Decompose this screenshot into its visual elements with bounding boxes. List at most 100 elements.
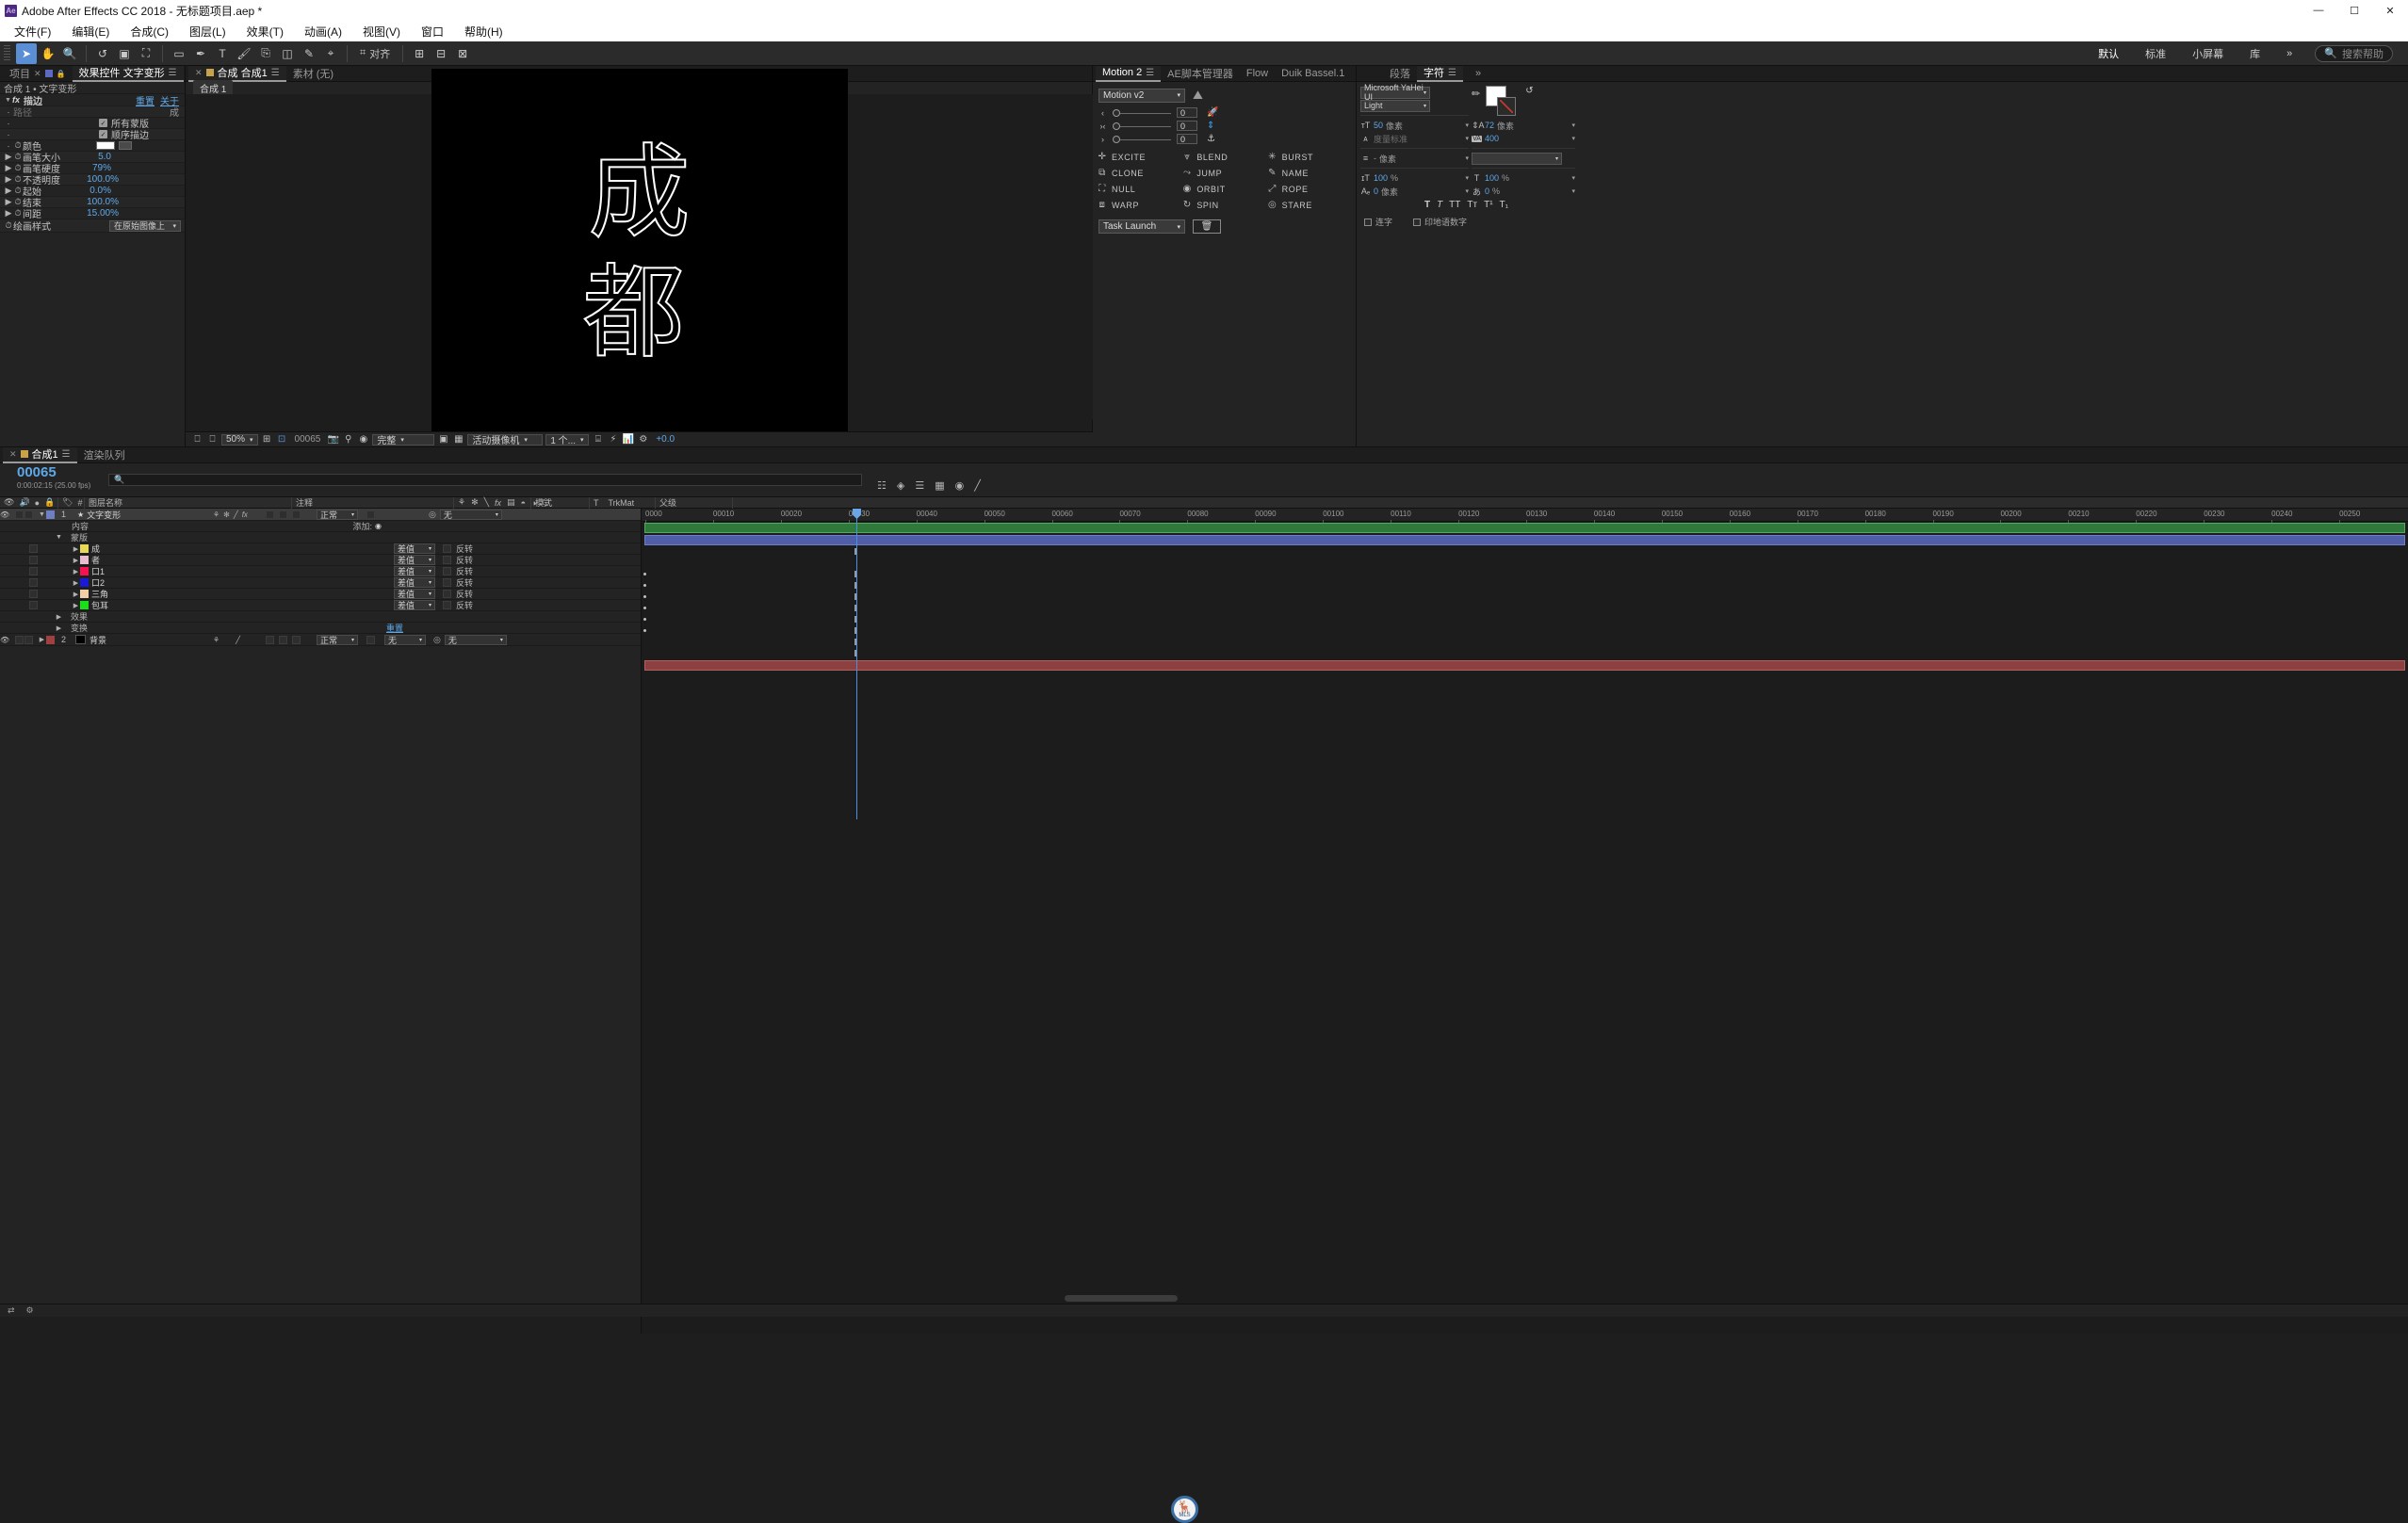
table-row[interactable]: 👁 ▼ 1 ★ 文字变形 ⚘ ✻ ╱ fx 正常 ▾ ◎ 无 ▾	[0, 509, 641, 521]
layer1-audio-toggle[interactable]	[15, 510, 24, 519]
composition-mini-flowchart-icon[interactable]: ☷	[877, 479, 887, 492]
layer1-parent-pick-icon[interactable]: ◎	[429, 510, 436, 520]
anchor-icon[interactable]: ⚓	[1207, 134, 1215, 144]
stopwatch-icon-start[interactable]: ⏱	[13, 186, 23, 196]
effect-reset-button[interactable]: 重置	[136, 93, 155, 107]
layer2-solo-toggle[interactable]	[24, 635, 33, 644]
show-snapshot-icon[interactable]: ⚲	[342, 433, 354, 446]
layer2-name[interactable]: 背景	[89, 634, 106, 646]
motion-button-blend[interactable]: ⩔ BLEND	[1181, 150, 1266, 164]
text-color-controls[interactable]	[1486, 86, 1520, 116]
chevron-down-icon-size[interactable]: ▾	[1465, 122, 1469, 129]
time-graph[interactable]: 0000000100002000030000400005000060000700…	[642, 509, 2408, 1334]
mask4-twirl-icon[interactable]: ▶	[72, 579, 80, 587]
transparency-grid-icon[interactable]: ▦	[452, 433, 464, 446]
mask2-invert-checkbox[interactable]	[443, 556, 451, 564]
pan-behind-tool-icon[interactable]: ⛶	[136, 43, 156, 64]
font-family-select[interactable]: Microsoft YaHei UI ▾	[1360, 83, 1430, 102]
motion-blur-icon[interactable]: ◉	[955, 479, 965, 492]
type-tool-icon[interactable]: T	[212, 43, 233, 64]
layer2-sw-b[interactable]	[279, 635, 287, 644]
toolbar-grip[interactable]	[4, 44, 10, 62]
chevron-down-icon-hscale[interactable]: ▾	[1571, 174, 1575, 182]
menu-composition[interactable]: 合成(C)	[120, 22, 179, 41]
all-masks-checkbox[interactable]: ✓	[99, 119, 107, 127]
layer2-label-color[interactable]	[46, 635, 55, 644]
chevron-down-icon-stroke[interactable]: ▾	[1465, 154, 1469, 162]
eraser-tool-icon[interactable]: ◫	[277, 43, 298, 64]
tracking-value[interactable]: 400	[1485, 134, 1499, 143]
effects-twirl-icon[interactable]: ▶	[55, 613, 63, 621]
effect-prop-path[interactable]: · 路径 成	[0, 106, 185, 119]
settings-icon[interactable]: ⚙	[26, 1305, 34, 1316]
mask6-invert-checkbox[interactable]	[443, 601, 451, 609]
chevron-down-icon-baseline[interactable]: ▾	[1465, 187, 1469, 195]
motion-button-name[interactable]: ✎ NAME	[1267, 166, 1352, 180]
ligature-checkbox-row[interactable]: 连字	[1364, 216, 1392, 228]
comment-header[interactable]: 注释	[296, 496, 313, 509]
playhead[interactable]	[853, 509, 861, 819]
prop-value-brush-size[interactable]: 5.0	[98, 152, 111, 162]
layer1-parent-select[interactable]: 无 ▾	[439, 509, 502, 520]
motion-value-2[interactable]: 0	[1177, 121, 1197, 131]
small-caps-button[interactable]: Tᴛ	[1467, 200, 1477, 210]
maximize-button[interactable]: ☐	[2336, 0, 2372, 21]
mask1-twirl-icon[interactable]: ▶	[72, 545, 80, 553]
hindi-digits-checkbox[interactable]	[1413, 218, 1422, 226]
motion-slider-1[interactable]	[1113, 108, 1171, 118]
minimize-button[interactable]: —	[2301, 0, 2336, 21]
chevron-down-icon-vscale[interactable]: ▾	[1465, 174, 1469, 182]
menu-file[interactable]: 文件(F)	[4, 22, 61, 41]
zoom-tool-icon[interactable]: 🔍	[59, 43, 80, 64]
hand-tool-icon[interactable]: ✋	[38, 43, 58, 64]
panel-menu-icon-char[interactable]: ☰	[1448, 68, 1456, 78]
tab-paragraph[interactable]: 段落	[1383, 66, 1417, 82]
shape-tool-icon[interactable]: ▭	[169, 43, 189, 64]
slider-knob-1[interactable]	[1113, 108, 1120, 117]
transform-twirl-icon[interactable]: ▶	[55, 624, 63, 632]
tab-motion2[interactable]: Motion 2 ☰	[1096, 65, 1162, 82]
character-overflow[interactable]: »	[1469, 66, 1488, 82]
mask5-invert-checkbox[interactable]	[443, 590, 451, 598]
close-button[interactable]: ✕	[2372, 0, 2408, 21]
mask6-lock[interactable]	[29, 601, 38, 609]
mask4-lock[interactable]	[29, 578, 38, 587]
mask5-twirl-icon[interactable]: ▶	[72, 591, 80, 598]
twirl-down-icon[interactable]: ▼	[4, 97, 12, 104]
font-style-select[interactable]: Light ▾	[1360, 99, 1430, 112]
mask5-color[interactable]	[80, 590, 89, 598]
frame-blending-icon[interactable]: ▦	[935, 479, 944, 492]
hscale-value[interactable]: 100	[1485, 173, 1499, 183]
resolution-select[interactable]: 完整 ▾	[372, 433, 435, 446]
superscript-button[interactable]: T¹	[1484, 200, 1492, 210]
chevron-down-icon-leading[interactable]: ▾	[1571, 122, 1575, 129]
add-button-icon[interactable]: ◉	[375, 522, 382, 530]
eyedropper-icon-char[interactable]: ✏	[1472, 88, 1480, 100]
layer2-parent-icon[interactable]: ⚘	[213, 636, 220, 644]
stopwatch-icon-color[interactable]: ⏱	[13, 140, 23, 151]
layer2-audio-toggle[interactable]	[15, 635, 24, 644]
prop-value-start[interactable]: 0.0%	[89, 186, 111, 196]
kerning-value[interactable]: 度量标准	[1374, 133, 1407, 145]
rocket-icon[interactable]: 🚀	[1207, 107, 1218, 118]
tab-effect-controls[interactable]: 效果控件 文字变形 ☰	[72, 65, 184, 82]
font-size-value[interactable]: 50	[1374, 121, 1383, 130]
graph-editor-icon[interactable]: ╱	[974, 479, 981, 492]
color-swatch[interactable]	[96, 141, 115, 150]
hindi-digits-checkbox-row[interactable]: 印地语数字	[1413, 216, 1467, 228]
selection-tool-icon[interactable]: ➤	[16, 42, 37, 64]
grid-guides-icon[interactable]: ⊡	[276, 433, 288, 446]
motion-button-spin[interactable]: ↻ SPIN	[1181, 198, 1266, 212]
mask4-mode-select[interactable]: 差值 ▾	[394, 577, 435, 588]
layer2-sw-a[interactable]	[266, 635, 274, 644]
stopwatch-icon-paint-style[interactable]: ⏱	[4, 220, 13, 231]
time-ruler[interactable]: 0000000100002000030000400005000060000700…	[642, 509, 2408, 523]
fast-previews-icon[interactable]: ⚡	[607, 433, 619, 446]
swap-colors-icon[interactable]: ↺	[1525, 86, 1533, 96]
views-select[interactable]: 1 个... ▾	[545, 433, 590, 446]
eyedropper-icon[interactable]	[119, 141, 132, 150]
menu-window[interactable]: 窗口	[411, 22, 454, 41]
camera-tool-icon[interactable]: ▣	[114, 43, 135, 64]
trash-button[interactable]: 🗑	[1193, 219, 1221, 234]
layer2-sw-c[interactable]	[292, 635, 301, 644]
